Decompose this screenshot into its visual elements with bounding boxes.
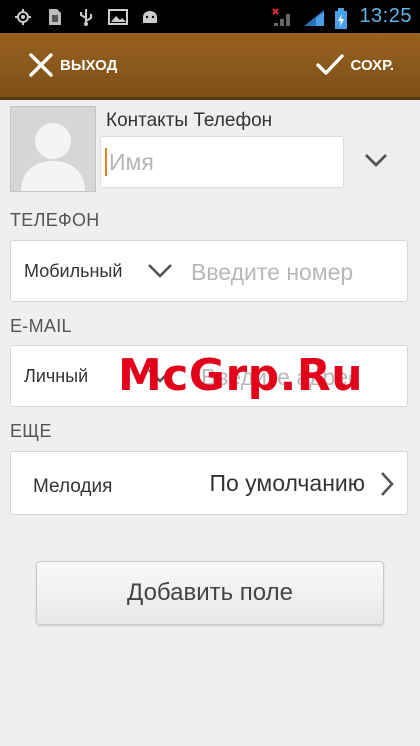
exit-button[interactable]: ВЫХОД	[28, 33, 117, 97]
ringtone-label: Мелодия	[33, 476, 113, 497]
check-icon	[315, 54, 344, 75]
gps-icon	[14, 8, 32, 31]
name-placeholder: Имя	[109, 148, 154, 175]
chevron-right-icon	[379, 470, 395, 503]
exit-label: ВЫХОД	[60, 56, 118, 74]
expand-name-button[interactable]	[362, 150, 394, 182]
phone-field-row: Мобильный Введите номер	[10, 240, 408, 302]
usb-icon	[78, 8, 94, 31]
chevron-down-icon	[148, 264, 172, 278]
clock: 13:25	[359, 5, 412, 27]
ringtone-row[interactable]: Мелодия По умолчанию	[10, 451, 408, 515]
close-icon	[29, 53, 53, 77]
data-signal-icon	[302, 8, 326, 33]
action-bar: ВЫХОД СОХР.	[0, 33, 420, 100]
save-label: СОХР.	[350, 56, 394, 74]
email-type-label[interactable]: Личный	[24, 366, 88, 387]
phone-type-dropdown[interactable]	[146, 261, 174, 286]
account-label: Контакты Телефон	[106, 110, 273, 131]
ringtone-value: По умолчанию	[209, 470, 365, 496]
contact-photo[interactable]	[10, 106, 96, 192]
watermark: McGrp.Ru	[118, 350, 364, 401]
signal-icon	[272, 8, 294, 33]
sim-icon	[48, 8, 62, 31]
status-bar: 13:25	[0, 0, 420, 33]
text-cursor	[105, 148, 107, 176]
phone-section-title: ТЕЛЕФОН	[10, 210, 100, 230]
more-section-title: ЕЩЕ	[10, 421, 52, 441]
phone-type-label[interactable]: Мобильный	[24, 261, 122, 282]
battery-icon	[334, 8, 348, 35]
email-section-title: E-MAIL	[10, 316, 72, 336]
phone-input[interactable]: Введите номер	[191, 259, 353, 286]
person-icon	[21, 123, 85, 191]
save-button[interactable]: СОХР.	[315, 33, 394, 97]
add-field-button[interactable]: Добавить поле	[36, 561, 384, 625]
gallery-icon	[108, 8, 128, 31]
android-icon	[140, 8, 160, 31]
name-field[interactable]: Имя	[100, 136, 344, 188]
chevron-down-icon	[365, 154, 387, 167]
